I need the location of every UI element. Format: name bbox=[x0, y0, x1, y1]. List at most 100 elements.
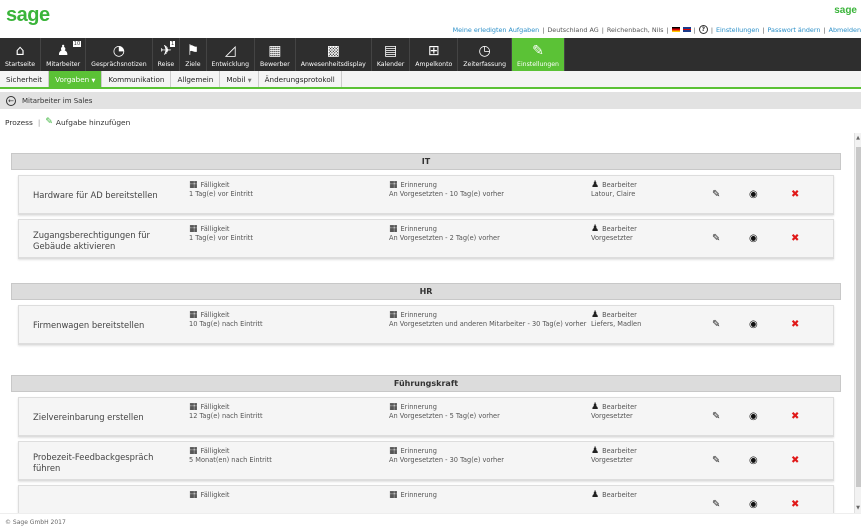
editor-value: Latour, Claire bbox=[591, 190, 636, 198]
delete-x-icon[interactable]: ✖ bbox=[791, 189, 799, 200]
task-title: Probezeit-Feedbackgespräch führen bbox=[33, 452, 154, 473]
traffic-light-icon: ⊞ bbox=[427, 43, 440, 59]
delete-x-icon[interactable]: ✖ bbox=[791, 455, 799, 466]
view-eye-icon[interactable]: ◉ bbox=[749, 411, 758, 422]
task-title: Hardware für AD bereitstellen bbox=[33, 190, 158, 200]
due-label: Fälligkeit bbox=[200, 225, 230, 233]
vertical-scrollbar[interactable]: ▲ ▼ bbox=[854, 133, 861, 513]
task-card: Zugangsberechtigungen für Gebäude aktivi… bbox=[18, 219, 834, 259]
add-pencil-icon[interactable]: ✎ bbox=[45, 117, 53, 127]
view-eye-icon[interactable]: ◉ bbox=[749, 319, 758, 330]
tab-vorgaben[interactable]: Vorgaben ▼ bbox=[49, 71, 103, 87]
task-title: Zielvereinbarung erstellen bbox=[33, 412, 144, 422]
editor-label: Bearbeiter bbox=[602, 447, 637, 455]
calendar-icon: ▦ bbox=[189, 490, 198, 500]
delete-x-icon[interactable]: ✖ bbox=[791, 233, 799, 244]
tab-aenderungsprotokoll[interactable]: Änderungsprotokoll bbox=[259, 71, 342, 87]
sage-logo-small: sage bbox=[834, 5, 857, 16]
settings-link[interactable]: Einstellungen bbox=[716, 26, 759, 34]
nav-item-entwicklung[interactable]: ◿ Entwicklung bbox=[207, 38, 256, 71]
due-column: ▦ Fälligkeit 5 Monat(en) nach Eintritt bbox=[189, 447, 379, 465]
users-icon: ♟ bbox=[591, 446, 600, 456]
nav-item-ziele[interactable]: ⚑ Ziele bbox=[180, 38, 207, 71]
back-arrow-icon[interactable]: ← bbox=[6, 95, 16, 106]
editor-column: ♟ Bearbeiter Latour, Claire bbox=[591, 181, 691, 199]
footer: © Sage GmbH 2017 bbox=[0, 513, 861, 530]
section-header: HR bbox=[11, 283, 841, 300]
nav-item-label: Gesprächsnotizen bbox=[91, 61, 147, 68]
reminder-label: Erinnerung bbox=[400, 311, 437, 319]
done-tasks-link[interactable]: Meine erledigten Aufgaben bbox=[453, 26, 540, 34]
edit-pencil-icon[interactable]: ✎ bbox=[712, 411, 720, 422]
edit-pencil-icon[interactable]: ✎ bbox=[712, 499, 720, 510]
change-password-link[interactable]: Passwort ändern bbox=[767, 26, 820, 34]
view-eye-icon[interactable]: ◉ bbox=[749, 233, 758, 244]
help-icon[interactable]: ? bbox=[698, 25, 708, 34]
tab-sicherheit[interactable]: Sicherheit bbox=[0, 71, 50, 87]
nav-item-reise[interactable]: ✈ 1 Reise bbox=[153, 38, 181, 71]
tab-kommunikation[interactable]: Kommunikation bbox=[102, 71, 172, 87]
view-eye-icon[interactable]: ◉ bbox=[749, 499, 758, 510]
nav-item-kalender[interactable]: ▤ Kalender bbox=[372, 38, 411, 71]
editor-label: Bearbeiter bbox=[602, 181, 637, 189]
nav-item-gesprächsnotizen[interactable]: ◔ Gesprächsnotizen bbox=[86, 38, 153, 71]
nav-item-label: Bewerber bbox=[260, 61, 290, 68]
view-eye-icon[interactable]: ◉ bbox=[749, 455, 758, 466]
edit-pencil-icon[interactable]: ✎ bbox=[712, 233, 720, 244]
reminder-column: ▦ Erinnerung An Vorgesetzten - 5 Tag(e) vo… bbox=[389, 403, 589, 421]
delete-x-icon[interactable]: ✖ bbox=[791, 499, 799, 510]
scroll-up-icon[interactable]: ▲ bbox=[855, 135, 861, 141]
due-label: Fälligkeit bbox=[200, 403, 230, 411]
task-title: Firmenwagen bereitstellen bbox=[33, 320, 145, 330]
delete-x-icon[interactable]: ✖ bbox=[791, 411, 799, 422]
sage-logo[interactable]: sage bbox=[6, 4, 50, 27]
due-column: ▦ Fälligkeit 10 Tag(e) nach Eintritt bbox=[189, 311, 379, 329]
nav-item-ampelkonto[interactable]: ⊞ Ampelkonto bbox=[410, 38, 459, 71]
nav-item-label: Kalender bbox=[376, 61, 405, 68]
add-task-link[interactable]: Aufgabe hinzufügen bbox=[56, 118, 130, 127]
reminder-label: Erinnerung bbox=[400, 181, 437, 189]
tab-mobil[interactable]: Mobil ▼ bbox=[220, 71, 259, 87]
chat-icon: ◔ bbox=[112, 43, 126, 59]
german-flag-icon[interactable] bbox=[671, 27, 680, 32]
due-value: 1 Tag(e) vor Eintritt bbox=[189, 190, 253, 198]
editor-label: Bearbeiter bbox=[602, 225, 637, 233]
home-icon: ⌂ bbox=[15, 43, 25, 59]
logout-link[interactable]: Abmelden bbox=[829, 26, 861, 34]
applicant-file-icon: ▦ bbox=[268, 43, 282, 59]
task-card: Probezeit-Feedbackgespräch führen ▦ Fällig… bbox=[18, 441, 834, 481]
users-icon: ♟ bbox=[591, 180, 600, 190]
due-label: Fälligkeit bbox=[200, 447, 230, 455]
scroll-down-icon[interactable]: ▼ bbox=[855, 505, 861, 511]
top-header: sage sage Meine erledigten Aufgaben | De… bbox=[0, 0, 861, 38]
nav-item-label: Anwesenheitsdisplay bbox=[300, 61, 366, 68]
editor-column: ♟ Bearbeiter Liefers, Madlen bbox=[591, 311, 691, 329]
delete-x-icon[interactable]: ✖ bbox=[791, 319, 799, 330]
nav-item-mitarbeiter[interactable]: ♟ 10 Mitarbeiter bbox=[41, 38, 87, 71]
nav-item-label: Entwicklung bbox=[211, 61, 250, 68]
nav-item-label: Startseite bbox=[5, 61, 36, 68]
nav-item-startseite[interactable]: ⌂ Startseite bbox=[0, 38, 42, 71]
calendar-icon: ▦ bbox=[189, 180, 198, 190]
wrench-icon: ✎ bbox=[532, 43, 544, 59]
uk-flag-icon[interactable] bbox=[682, 27, 691, 32]
edit-pencil-icon[interactable]: ✎ bbox=[712, 189, 720, 200]
task-card: Zielvereinbarung erstellen ▦ Fälligkeit 12 … bbox=[18, 397, 834, 437]
reminder-value: An Vorgesetzten - 10 Tag(e) vorher bbox=[389, 190, 505, 198]
edit-pencil-icon[interactable]: ✎ bbox=[712, 455, 720, 466]
page-title: Mitarbeiter im Sales bbox=[22, 96, 93, 105]
edit-pencil-icon[interactable]: ✎ bbox=[712, 319, 720, 330]
view-eye-icon[interactable]: ◉ bbox=[749, 189, 758, 200]
reminder-value: An Vorgesetzten - 5 Tag(e) vorher bbox=[389, 412, 500, 420]
section-it: IT bbox=[11, 153, 841, 170]
nav-item-bewerber[interactable]: ▦ Bewerber bbox=[255, 38, 296, 71]
nav-item-anwesenheitsdisplay[interactable]: ▩ Anwesenheitsdisplay bbox=[296, 38, 372, 71]
nav-item-einstellungen[interactable]: ✎ Einstellungen bbox=[512, 38, 565, 71]
nav-item-label: Ziele bbox=[185, 61, 201, 68]
tab-allgemein[interactable]: Allgemein bbox=[171, 71, 221, 87]
nav-item-zeiterfassung[interactable]: ◷ Zeiterfassung bbox=[458, 38, 513, 71]
calendar-icon: ▦ bbox=[189, 446, 198, 456]
scrollbar-thumb[interactable] bbox=[856, 147, 861, 487]
users-icon: ♟ bbox=[591, 490, 600, 500]
editor-value: Vorgesetzter bbox=[591, 412, 633, 420]
